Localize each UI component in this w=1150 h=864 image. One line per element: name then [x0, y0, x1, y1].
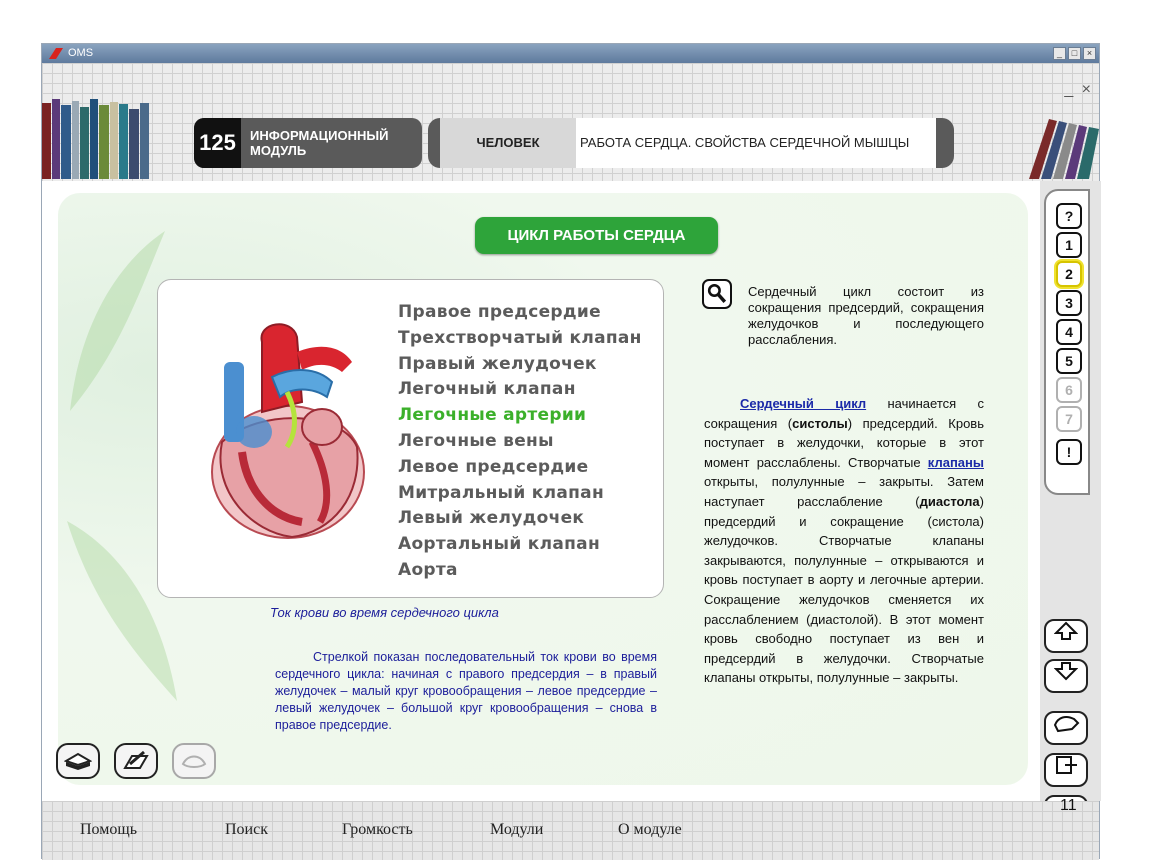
right-rail: ? 1 2 3 4 5 6 7 ! help — [1040, 181, 1101, 823]
glossary-button[interactable] — [172, 743, 216, 779]
go-up-button[interactable] — [1044, 619, 1088, 653]
book-button[interactable] — [56, 743, 100, 779]
content-tool-buttons — [56, 743, 216, 779]
content-area: ЦИКЛ РАБОТЫ СЕРДЦА Правое предсердие Тре… — [42, 181, 1040, 801]
go-down-button[interactable] — [1044, 659, 1088, 693]
section-title: ЦИКЛ РАБОТЫ СЕРДЦА — [475, 217, 718, 254]
tab-6[interactable]: 6 — [1056, 377, 1082, 403]
maximize-button[interactable]: □ — [1068, 47, 1081, 60]
part-item[interactable]: Митральный клапан — [398, 481, 642, 507]
slide-number: 11 — [1060, 797, 1077, 814]
exit-door-icon — [1056, 756, 1077, 774]
tab-4[interactable]: 4 — [1056, 319, 1082, 345]
title-bar: OMS _ □ × — [42, 44, 1099, 63]
window-controls: _ □ × — [1053, 47, 1096, 60]
part-item[interactable]: Правое предсердие — [398, 300, 642, 326]
tab-7[interactable]: 7 — [1056, 406, 1082, 432]
part-item[interactable]: Легочный клапан — [398, 377, 642, 403]
close-button[interactable]: × — [1083, 47, 1096, 60]
minimize-button[interactable]: _ — [1053, 47, 1066, 60]
part-item[interactable]: Аорта — [398, 558, 642, 584]
topic-title: РАБОТА СЕРДЦА. СВОЙСТВА СЕРДЕЧНОЙ МЫШЦЫ — [576, 118, 936, 168]
part-item[interactable]: Аортальный клапан — [398, 532, 642, 558]
heart-parts-list: Правое предсердие Трехстворчатый клапан … — [398, 300, 642, 584]
tab-3[interactable]: 3 — [1056, 290, 1082, 316]
glossary-icon — [181, 755, 207, 768]
notes-button[interactable] — [114, 743, 158, 779]
menu-help[interactable]: Помощь — [80, 821, 137, 839]
tab-5[interactable]: 5 — [1056, 348, 1082, 374]
tab-1[interactable]: 1 — [1056, 232, 1082, 258]
arrow-up-icon — [1053, 621, 1079, 640]
tab-question[interactable]: ? — [1056, 203, 1082, 229]
footer-menu: Помощь Поиск Громкость Модули О модуле — [42, 801, 1099, 860]
diagram-caption: Ток крови во время сердечного цикла — [270, 605, 499, 620]
module-badge: 125 ИНФОРМАЦИОННЫЙ МОДУЛЬ — [194, 118, 422, 168]
menu-about[interactable]: О модуле — [618, 821, 682, 839]
menu-modules[interactable]: Модули — [490, 821, 543, 839]
module-number: 125 — [194, 118, 241, 168]
caption-description: Стрелкой показан последовательный ток кр… — [275, 650, 657, 732]
topic-bar: ЧЕЛОВЕК РАБОТА СЕРДЦА. СВОЙСТВА СЕРДЕЧНО… — [428, 118, 954, 168]
exit-button[interactable] — [1044, 753, 1088, 787]
topic-category: ЧЕЛОВЕК — [476, 135, 540, 150]
app-window: OMS _ □ × _ × 125 ИНФОРМАЦИОННЫЙ МОДУЛЬ … — [41, 43, 1101, 860]
window-title: OMS — [68, 47, 94, 59]
tab-exclaim[interactable]: ! — [1056, 439, 1082, 465]
part-item[interactable]: Правый желудочек — [398, 352, 642, 378]
arrow-down-icon — [1053, 662, 1079, 681]
app-logo-icon — [49, 48, 63, 59]
header: _ × 125 ИНФОРМАЦИОННЫЙ МОДУЛЬ ЧЕЛОВЕК РА… — [42, 63, 1099, 181]
tab-2-current[interactable]: 2 — [1056, 261, 1082, 287]
part-item[interactable]: Левый желудочек — [398, 506, 642, 532]
header-window-controls: _ × — [1064, 81, 1093, 98]
menu-search[interactable]: Поиск — [225, 821, 268, 839]
tab-panel: ? 1 2 3 4 5 6 7 ! — [1044, 189, 1090, 495]
heart-diagram-panel: Правое предсердие Трехстворчатый клапан … — [157, 279, 664, 598]
book-icon — [64, 752, 92, 770]
pencil-notebook-icon — [123, 750, 149, 769]
part-item[interactable]: Левое предсердие — [398, 455, 642, 481]
part-item[interactable]: Легочные вены — [398, 429, 642, 455]
leaf-decoration-icon — [70, 231, 165, 411]
bookshelf-right-image — [1029, 119, 1099, 179]
bookshelf-left-image — [42, 99, 149, 179]
hand-icon — [1053, 716, 1080, 733]
module-label: ИНФОРМАЦИОННЫЙ МОДУЛЬ — [250, 128, 389, 158]
part-item-active[interactable]: Легочные артерии — [398, 403, 642, 429]
intro-paragraph: Сердечный цикл состоит из сокращения пре… — [748, 284, 984, 347]
part-item[interactable]: Трехстворчатый клапан — [398, 326, 642, 352]
hand-button[interactable] — [1044, 711, 1088, 745]
valves-link[interactable]: клапаны — [928, 455, 984, 470]
cardiac-cycle-link[interactable]: Сердечный цикл — [740, 396, 866, 411]
magnifier-info-icon — [702, 279, 732, 309]
main-paragraph: Сердечный цикл начинается с сокращения (… — [704, 396, 984, 686]
menu-volume[interactable]: Громкость — [342, 821, 413, 839]
heart-illustration — [211, 323, 365, 539]
